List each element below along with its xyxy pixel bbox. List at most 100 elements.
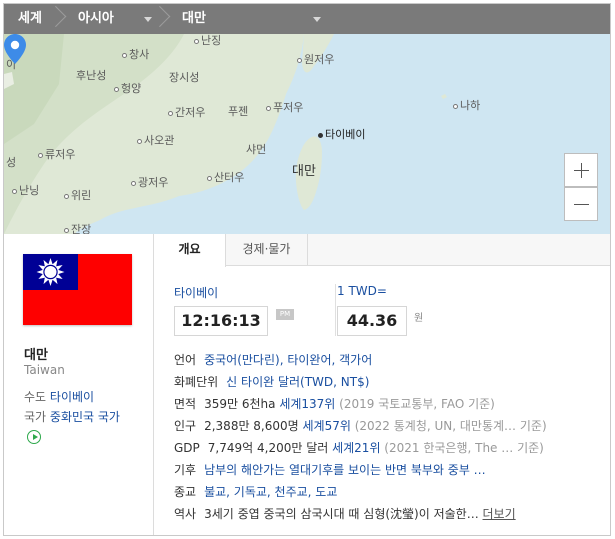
fact-value: 7,749억 4,200만 달러 [207,441,333,455]
city-dot-icon [12,188,17,194]
fact-link[interactable]: 세계137위 [279,397,335,411]
chevron-right-icon [50,4,64,34]
location-pin-icon [4,34,26,64]
map-city-label[interactable]: 창사 [122,46,149,62]
fact-key: 인구 [174,419,197,433]
tab-bar: 개요 경제·물가 [154,234,610,267]
anthem-link[interactable]: 중화민국 국가 [50,410,120,424]
map-city-label[interactable]: 간저우 [168,104,205,120]
fact-key: 종교 [174,485,197,499]
fact-key: 기후 [174,463,197,477]
city-dot-icon [297,57,302,63]
map-city-label[interactable]: 잔장 [64,221,91,234]
map-city-label[interactable]: 타이베이 [318,126,365,142]
fact-link[interactable]: 불교, 기독교, 천주교, 도교 [204,485,337,499]
map-city-label[interactable]: 산터우 [207,169,244,185]
map-city-label[interactable]: 난닝 [12,182,39,198]
white-sun-icon [36,258,65,286]
city-dot-icon [64,193,69,199]
map-city-label[interactable]: 사오관 [137,132,174,148]
map-city-label[interactable]: 위린 [64,187,91,203]
city-dot-icon [131,180,136,186]
capital-link[interactable]: 타이베이 [50,390,94,404]
fact-value: 2,388만 8,600명 [204,419,303,433]
fact-link[interactable]: 중국어(만다린), 타이완어, 객가어 [204,353,372,367]
breadcrumb: 세계 아시아 대만 [4,4,610,34]
anthem-key: 국가 [24,410,47,424]
country-map[interactable]: 난징 원저우 창사 후난성 장시성 헝양 푸저우 간저우 푸젠 타이베이 나하 … [4,34,610,234]
map-city-label[interactable]: 성 [6,154,16,170]
fact-key: 화폐단위 [174,375,219,389]
fact-link[interactable]: 세계57위 [303,419,351,433]
breadcrumb-region-select[interactable]: 아시아 [64,4,168,34]
exchange-rate-value: 44.36 [337,306,407,336]
city-dot-icon [194,38,199,44]
zoom-out-button[interactable] [564,187,598,221]
tab-overview[interactable]: 개요 [154,234,226,267]
breadcrumb-world-label: 세계 [18,11,42,26]
fact-list: 언어 중국어(만다린), 타이완어, 객가어화폐단위 신 타이완 달러(TWD, N… [174,349,604,525]
ampm-badge: PM [276,309,294,320]
country-detail-panel: 개요 경제·물가 타이베이 12:16:13 PM 1 TWD= 44.36 원… [154,234,610,535]
flag-canton [23,254,78,290]
fact-link[interactable]: 신 타이완 달러(TWD, NT$) [226,375,369,389]
breadcrumb-country-select[interactable]: 대만 [168,4,334,34]
map-city-label[interactable]: 푸젠 [228,103,248,119]
fact-row: GDP 7,749억 4,200만 달러 세계21위 (2021 한국은행, Th… [174,437,604,459]
time-city-link[interactable]: 타이베이 [174,284,218,301]
breadcrumb-region-label: 아시아 [78,11,114,26]
tab-economy-prices[interactable]: 경제·물가 [226,234,308,266]
map-city-label[interactable]: 류저우 [38,146,75,162]
fact-row: 기후 남부의 해안가는 열대기후를 보이는 반면 북부와 중부 … [174,459,604,481]
fact-row: 면적 359만 6천ha 세계137위 (2019 국토교통부, FAO 기준) [174,393,604,415]
play-icon[interactable] [27,429,41,444]
city-dot-icon [137,138,142,144]
country-summary-panel: 대만 Taiwan 수도 타이베이 국가 중화민국 국가 [4,234,154,535]
map-city-label[interactable]: 장시성 [169,69,199,85]
fact-key: 면적 [174,397,197,411]
map-country-label: 대만 [292,164,316,179]
divider [335,284,336,336]
local-clock: 12:16:13 [174,306,268,336]
fact-value: 3세기 중엽 중국의 삼국시대 때 심형(沈瑩)이 저술한… [204,507,483,521]
capital-dot-icon [318,132,323,138]
map-city-label[interactable]: 난징 [194,34,221,48]
fact-value: (2022 통계청, UN, 대만통계… 기준) [350,419,547,433]
city-dot-icon [168,110,173,116]
fact-row: 역사 3세기 중엽 중국의 삼국시대 때 심형(沈瑩)이 저술한… 더보기 [174,503,604,525]
map-city-label[interactable]: 후난성 [76,67,106,83]
city-dot-icon [122,52,127,58]
map-city-label[interactable]: 광저우 [131,174,168,190]
chevron-right-icon [154,4,168,34]
local-time-box: 타이베이 12:16:13 PM [174,284,294,336]
fact-link[interactable]: 남부의 해안가는 열대기후를 보이는 반면 북부와 중부 … [204,463,486,477]
fact-row: 언어 중국어(만다린), 타이완어, 객가어 [174,349,604,371]
fact-link[interactable]: 세계21위 [332,441,380,455]
anthem-row: 국가 중화민국 국가 [24,408,134,446]
exchange-rate-box: 1 TWD= 44.36 원 [337,284,423,336]
map-city-label[interactable]: 푸저우 [266,99,303,115]
map-city-label[interactable]: 샤먼 [246,141,266,157]
exchange-rate-label[interactable]: 1 TWD= [337,284,387,298]
fact-value: 359만 6천ha [204,397,280,411]
city-dot-icon [114,86,119,92]
city-dot-icon [266,105,271,111]
city-dot-icon [207,175,212,181]
fact-value: (2021 한국은행, The … 기준) [380,441,544,455]
map-city-label[interactable]: 원저우 [297,51,334,67]
zoom-in-button[interactable] [564,153,598,187]
exchange-rate-unit: 원 [414,313,424,324]
city-dot-icon [64,227,69,233]
more-link[interactable]: 더보기 [483,507,516,521]
country-info-widget: 세계 아시아 대만 난징 원저우 창사 후난성 장시성 헝양 푸저우 간저우 푸… [3,3,611,536]
map-city-label[interactable]: 나하 [453,97,480,113]
map-city-label[interactable]: 헝양 [114,80,141,96]
fact-row: 종교 불교, 기독교, 천주교, 도교 [174,481,604,503]
fact-value: (2019 국토교통부, FAO 기준) [335,397,495,411]
dropdown-arrow-icon [313,17,321,22]
capital-row: 수도 타이베이 [24,388,94,407]
city-dot-icon [453,103,458,109]
fact-key: 역사 [174,507,197,521]
city-dot-icon [38,152,43,158]
breadcrumb-world[interactable]: 세계 [4,4,64,34]
